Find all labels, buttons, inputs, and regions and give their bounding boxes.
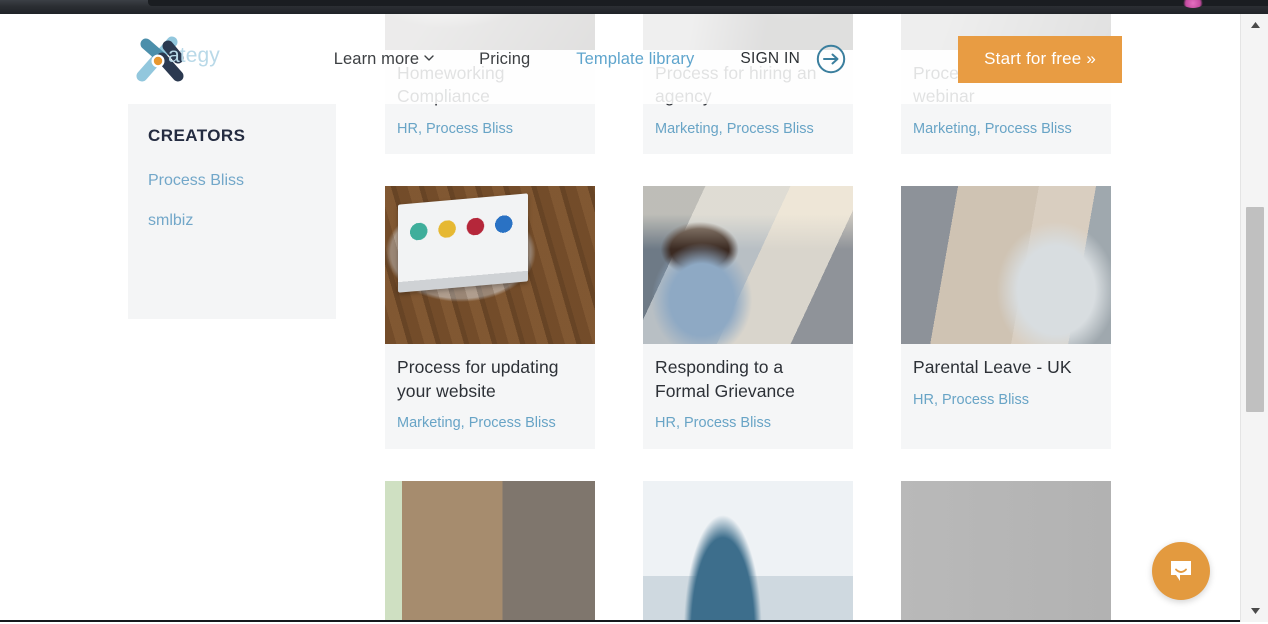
card-tags[interactable]: Marketing, Process Bliss [397,414,583,433]
chat-launcher-button[interactable] [1152,542,1210,600]
nav-item-template-library[interactable]: Template library [553,50,717,69]
card-body: Parental Leave - UK HR, Process Bliss [901,344,1111,425]
browser-chrome-bar [0,0,1268,14]
card-thumbnail [385,480,595,622]
creators-sidebar: CREATORS Process Bliss smlbiz [128,104,336,319]
scroll-up-arrow-icon[interactable] [1241,16,1268,34]
sign-in-label[interactable]: SIGN IN [740,50,800,68]
card-tags[interactable]: Marketing, Process Bliss [913,120,1099,139]
card-thumbnail [643,480,853,622]
scroll-down-arrow-icon[interactable] [1241,602,1268,620]
card-tags[interactable]: HR, Process Bliss [655,414,841,433]
card-tags[interactable]: HR, Process Bliss [913,391,1099,410]
browser-tab[interactable] [148,0,1268,6]
nav-link-label[interactable]: Learn more [334,50,419,69]
browser-window: Homeworking ComplianceHR, Process BlissP… [0,0,1268,624]
nav-item-pricing[interactable]: Pricing [456,50,553,69]
x-cross-logo-icon [136,36,184,82]
nav-item-learn-more[interactable]: Learn more [258,50,456,69]
sidebar-item-process-bliss[interactable]: Process Bliss [128,146,336,190]
template-card[interactable]: Parental Leave - UK HR, Process Bliss [901,186,1111,449]
nav-link-label[interactable]: Template library [576,50,694,69]
page-bottom-rule [0,620,1240,622]
browser-chrome-indicator-icon [1182,0,1204,8]
sidebar-item-smlbiz[interactable]: smlbiz [128,190,336,230]
card-body: Process for updating your website Marketi… [385,344,595,448]
brand-area[interactable]: ategy [0,28,258,90]
card-title: Process for updating your website [397,357,559,401]
card-thumbnail [901,480,1111,622]
card-title: Parental Leave - UK [913,357,1072,378]
template-card-grid: Homeworking ComplianceHR, Process BlissP… [385,14,1130,622]
card-thumbnail [643,186,853,345]
scrollbar-thumb[interactable] [1246,207,1264,412]
card-tags[interactable]: Marketing, Process Bliss [655,120,841,139]
chevron-down-icon [424,53,434,62]
start-for-free-button[interactable]: Start for free » [958,35,1122,83]
site-header: ategy Learn more Pricing Template librar… [0,14,1240,104]
card-thumbnail [385,186,595,345]
template-card[interactable]: Process for updating your website Marketi… [385,186,595,449]
primary-navigation: Learn more Pricing Template library SIGN… [258,35,1240,83]
card-tags[interactable]: HR, Process Bliss [397,120,583,139]
card-title: Responding to a Formal Grievance [655,357,795,401]
template-card[interactable] [901,480,1111,622]
template-card[interactable] [385,480,595,622]
page-viewport: Homeworking ComplianceHR, Process BlissP… [0,14,1268,622]
card-thumbnail [901,186,1111,345]
nav-link-label[interactable]: Pricing [479,50,530,69]
sidebar-heading: CREATORS [148,126,246,145]
nav-item-sign-in[interactable]: SIGN IN [717,43,870,75]
template-card[interactable]: Responding to a Formal Grievance HR, Proc… [643,186,853,449]
template-card[interactable] [643,480,853,622]
card-body: Responding to a Formal Grievance HR, Proc… [643,344,853,448]
site-logo[interactable]: ategy [128,28,220,90]
chat-bubble-icon [1171,561,1191,581]
page-scrollbar[interactable] [1240,14,1268,622]
arrow-right-circle-icon[interactable] [815,43,847,75]
